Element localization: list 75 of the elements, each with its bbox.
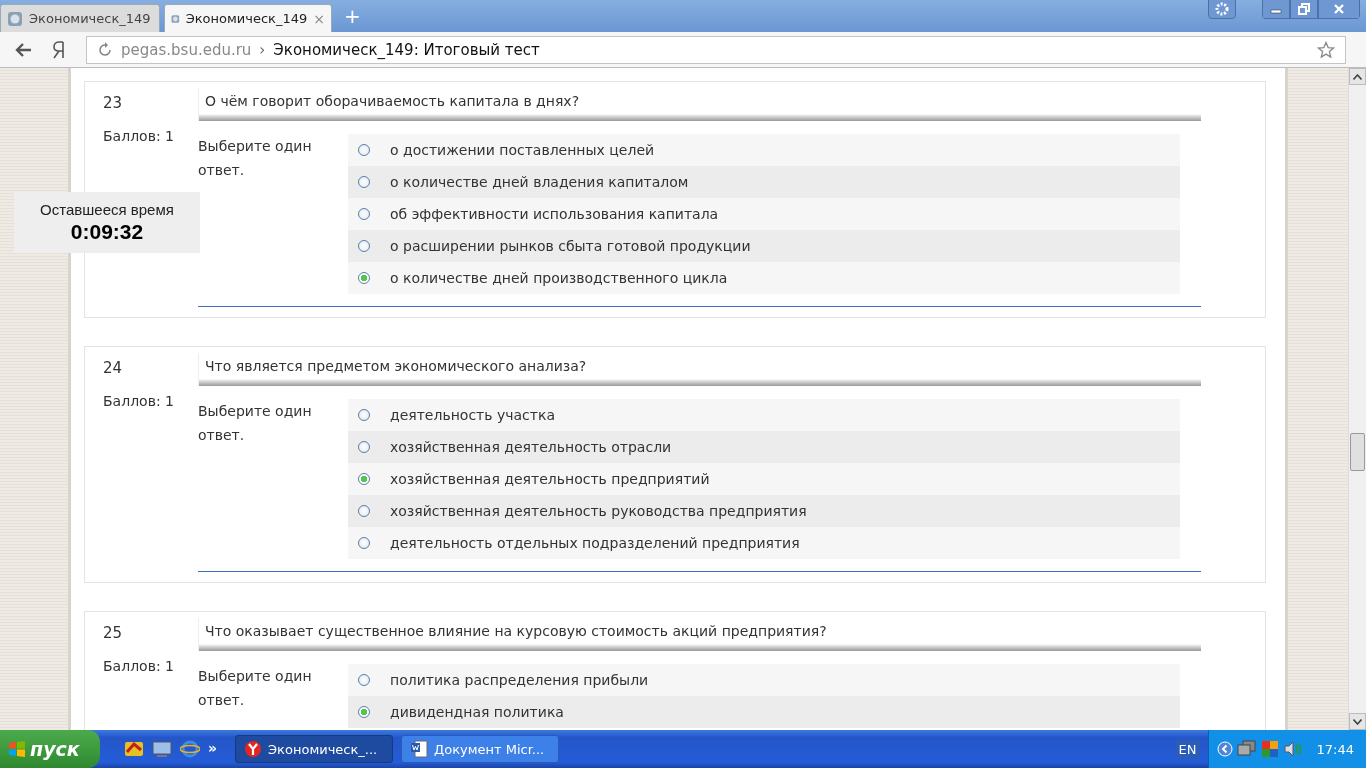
restore-icon	[1298, 3, 1310, 15]
scroll-up-button[interactable]	[1349, 68, 1366, 85]
radio-button[interactable]	[358, 144, 370, 156]
radio-button[interactable]	[358, 505, 370, 517]
restore-button[interactable]	[1290, 0, 1318, 19]
radio-button[interactable]	[358, 240, 370, 252]
browser-tab[interactable]: Экономическ_149	[0, 4, 160, 32]
answer-prompt: Выберите один ответ.	[198, 402, 313, 445]
close-button[interactable]	[1318, 0, 1360, 19]
scrollbar[interactable]	[1348, 68, 1366, 730]
question-number: 24	[103, 359, 124, 377]
desktop-icon[interactable]	[152, 740, 172, 758]
answer-option[interactable]: о достижении поставленных целей	[348, 134, 1180, 166]
radio-button[interactable]	[358, 176, 370, 188]
question-points: Баллов: 1	[103, 393, 175, 409]
answer-option[interactable]: о количестве дней производственного цикла	[348, 262, 1180, 294]
document-icon	[410, 740, 429, 758]
speaker-icon[interactable]	[1282, 740, 1303, 758]
timer-value: 0:09:32	[70, 220, 144, 244]
question-points: Баллов: 1	[103, 658, 175, 674]
question-number: 25	[103, 624, 124, 642]
clock: 17:44	[1316, 741, 1354, 757]
radio-button[interactable]	[358, 706, 370, 718]
question-text: О чём говорит оборачиваемость капитала в днях?	[198, 88, 1201, 121]
radio-button[interactable]	[358, 272, 370, 284]
question-text: Что оказывает существенное влияние на курсовую стоимость акций предприятия?	[198, 618, 1201, 651]
browser-e-icon[interactable]	[180, 740, 200, 758]
question-text: Что является предметом экономического анализа?	[198, 353, 1201, 386]
radio-button[interactable]	[358, 674, 370, 686]
letter-ya-logo-icon[interactable]	[52, 40, 66, 59]
question-number: 23	[103, 94, 124, 112]
answer-option[interactable]: деятельность отдельных подразделений предприятия	[348, 527, 1180, 559]
back-arrow-icon[interactable]	[14, 41, 32, 58]
radio-button[interactable]	[358, 208, 370, 220]
app-shortcut-icon[interactable]	[124, 740, 144, 758]
scroll-thumb[interactable]	[1350, 433, 1365, 471]
star-icon[interactable]	[1317, 40, 1335, 59]
reload-icon[interactable]	[97, 41, 113, 58]
minimize-button[interactable]	[1262, 0, 1290, 19]
timer-label: Оставшееся время	[40, 201, 174, 218]
more-shortcuts-button[interactable]: »	[208, 740, 218, 756]
answer-option[interactable]: дивидендная политика	[348, 696, 1180, 728]
radio-button[interactable]	[358, 473, 370, 485]
answer-prompt: Выберите один ответ.	[198, 137, 313, 180]
address-bar[interactable]: pegas.bsu.edu.ru › Экономическ_149: Итоговый тест	[86, 35, 1346, 64]
question-points: Баллов: 1	[103, 128, 175, 144]
page-title: Экономическ_149: Итоговый тест	[273, 40, 540, 59]
close-icon	[1333, 3, 1345, 15]
browser-tab[interactable]: Экономическ_149 ×	[164, 4, 332, 32]
taskbar-task[interactable]: Экономическ_...	[235, 735, 394, 763]
answer-option[interactable]: хозяйственная деятельность отрасли	[348, 431, 1180, 463]
answer-option[interactable]: об эффективности использования капитала	[348, 198, 1180, 230]
windows-flag-icon	[8, 741, 26, 757]
network-icon[interactable]	[1236, 740, 1257, 758]
settings-button[interactable]	[1208, 0, 1236, 19]
breadcrumb-separator: ›	[259, 40, 266, 59]
answer-option[interactable]: хозяйственная деятельность предприятий	[348, 463, 1180, 495]
scroll-down-button[interactable]	[1349, 713, 1366, 730]
taskbar-task[interactable]: Документ Micr...	[401, 735, 560, 763]
answer-option[interactable]: о количестве дней владения капиталом	[348, 166, 1180, 198]
answer-option[interactable]: деятельность участка	[348, 399, 1180, 431]
radio-button[interactable]	[358, 441, 370, 453]
start-button[interactable]: пуск	[0, 730, 100, 768]
close-tab-button[interactable]: ×	[313, 10, 325, 27]
answer-option[interactable]: хозяйственная деятельность руководства предприятия	[348, 495, 1180, 527]
url-domain: pegas.bsu.edu.ru	[121, 40, 252, 59]
answer-option[interactable]: о расширении рынков сбыта готовой продукции	[348, 230, 1180, 262]
answer-option[interactable]: политика распределения прибыли	[348, 664, 1180, 696]
language-indicator[interactable]: EN	[1175, 739, 1200, 759]
antivirus-icon[interactable]	[1260, 740, 1279, 758]
radio-button[interactable]	[358, 409, 370, 421]
left-chevron-icon[interactable]	[1216, 741, 1233, 757]
answer-prompt: Выберите один ответ.	[198, 667, 313, 710]
radio-button[interactable]	[358, 537, 370, 549]
browser-logo-icon	[244, 740, 263, 758]
